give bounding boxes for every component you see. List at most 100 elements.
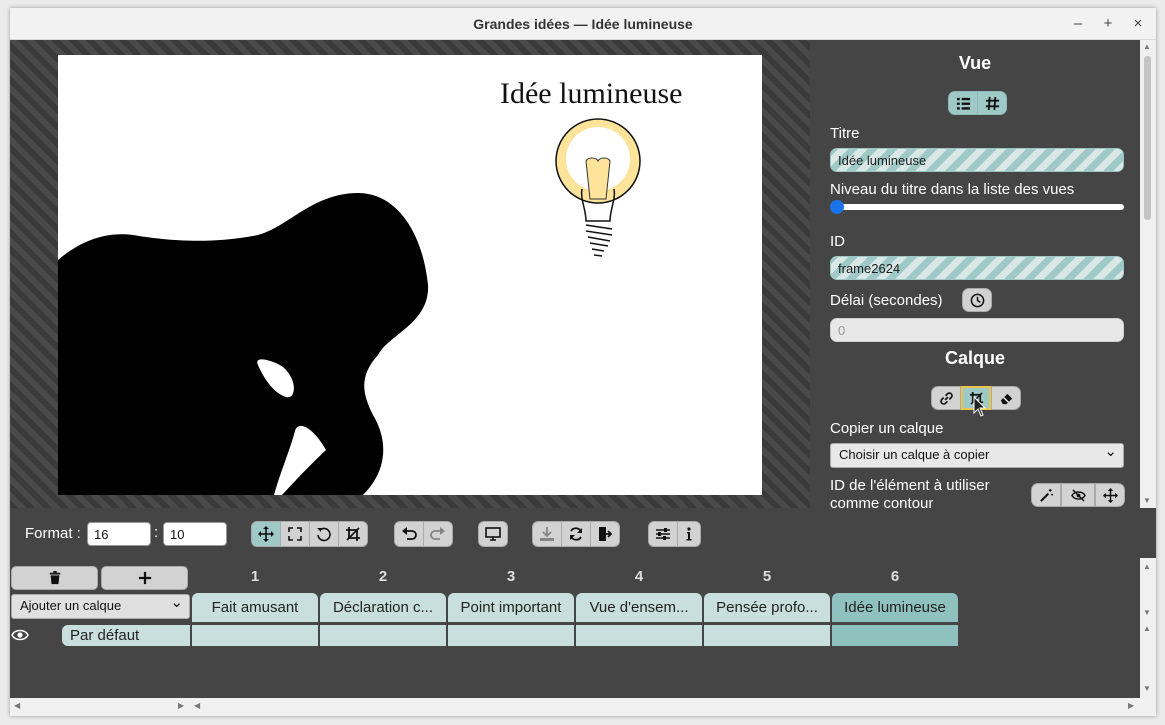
delete-frame-button[interactable] bbox=[11, 566, 98, 590]
panel-scroll-thumb[interactable] bbox=[1144, 56, 1151, 220]
magic-wand-icon bbox=[1039, 488, 1053, 502]
frame-tab[interactable]: Fait amusant bbox=[192, 593, 318, 622]
download-button[interactable] bbox=[532, 521, 562, 547]
presentation-button[interactable] bbox=[478, 521, 508, 547]
id-input[interactable]: frame2624 bbox=[830, 256, 1124, 280]
plus-icon bbox=[138, 571, 151, 585]
fit-view-button[interactable] bbox=[280, 521, 310, 547]
move-tool-button[interactable] bbox=[251, 521, 281, 547]
timeline-horizontal-scrollbar[interactable]: ◀ ▶ ◀ ▶ bbox=[10, 698, 1156, 716]
scroll-left-arrow[interactable]: ◀ bbox=[14, 701, 20, 710]
eye-off-icon bbox=[1070, 488, 1086, 502]
outline-label-line2: comme contour bbox=[830, 495, 934, 508]
info-icon bbox=[686, 527, 692, 541]
title-label: Titre bbox=[830, 125, 860, 142]
export-icon bbox=[599, 527, 613, 541]
redo-icon bbox=[430, 527, 445, 540]
layer-frame-cell[interactable] bbox=[320, 625, 446, 646]
link-layer-button[interactable] bbox=[931, 386, 961, 410]
scroll-left-arrow[interactable]: ◀ bbox=[194, 701, 200, 710]
title-bar: Grandes idées — Idée lumineuse – + × bbox=[10, 8, 1156, 40]
move-outline-button[interactable] bbox=[1095, 483, 1125, 507]
rotate-button[interactable] bbox=[309, 521, 339, 547]
scroll-up-arrow[interactable]: ▲ bbox=[1143, 562, 1151, 571]
scroll-down-arrow[interactable]: ▼ bbox=[1143, 608, 1151, 617]
slider-knob[interactable] bbox=[830, 200, 844, 214]
add-frame-button[interactable] bbox=[101, 566, 188, 590]
format-label: Format : bbox=[25, 525, 81, 542]
frame-number: 1 bbox=[250, 568, 260, 585]
add-layer-select[interactable]: Ajouter un calque bbox=[11, 593, 190, 619]
title-level-slider[interactable] bbox=[830, 200, 1124, 214]
view-heading: Vue bbox=[958, 53, 992, 73]
list-view-button[interactable] bbox=[948, 91, 978, 115]
undo-button[interactable] bbox=[394, 521, 424, 547]
title-input[interactable]: Idée lumineuse bbox=[830, 148, 1124, 172]
refresh-icon bbox=[570, 527, 582, 541]
refresh-button[interactable] bbox=[561, 521, 591, 547]
scroll-right-arrow[interactable]: ▶ bbox=[178, 701, 184, 710]
info-button[interactable] bbox=[677, 521, 701, 547]
grid-view-button[interactable] bbox=[977, 91, 1007, 115]
layer-frame-cell[interactable] bbox=[448, 625, 574, 646]
clock-icon bbox=[970, 293, 984, 307]
eye-icon[interactable] bbox=[11, 628, 29, 642]
close-button[interactable]: × bbox=[1128, 14, 1148, 34]
link-icon bbox=[939, 391, 953, 405]
copy-layer-label: Copier un calque bbox=[830, 420, 944, 437]
scroll-up-arrow[interactable]: ▲ bbox=[1143, 624, 1151, 633]
copy-layer-select[interactable]: Choisir un calque à copier bbox=[830, 442, 1124, 468]
layer-heading: Calque bbox=[944, 348, 1005, 368]
delay-timer-button[interactable] bbox=[962, 288, 992, 312]
frame-number: 2 bbox=[378, 568, 388, 585]
settings-button[interactable] bbox=[648, 521, 678, 547]
frame-tab-selected[interactable]: Idée lumineuse bbox=[832, 593, 958, 622]
monitor-icon bbox=[485, 527, 501, 541]
timeline-scrollbar[interactable]: ▲ ▼ ▲ ▼ bbox=[1140, 558, 1156, 698]
maximize-button[interactable]: + bbox=[1098, 14, 1118, 34]
frame-number: 3 bbox=[506, 568, 516, 585]
layer-frame-cell[interactable] bbox=[192, 625, 318, 646]
undo-icon bbox=[402, 527, 417, 540]
minimize-button[interactable]: – bbox=[1068, 14, 1088, 34]
frame-tab[interactable]: Point important bbox=[448, 593, 574, 622]
app-window: Grandes idées — Idée lumineuse – + × Idé… bbox=[10, 8, 1156, 716]
export-button[interactable] bbox=[590, 521, 620, 547]
erase-layer-button[interactable] bbox=[991, 386, 1021, 410]
expand-icon bbox=[288, 527, 302, 541]
scroll-up-arrow[interactable]: ▲ bbox=[1143, 42, 1151, 51]
frame-tab[interactable]: Vue d'ensem... bbox=[576, 593, 702, 622]
format-width-input[interactable]: 16 bbox=[87, 522, 151, 546]
timeline: Ajouter un calque 1 2 3 4 5 6 Fait amusa… bbox=[10, 558, 1140, 698]
format-separator: : bbox=[154, 524, 159, 541]
auto-outline-button[interactable] bbox=[1031, 483, 1061, 507]
hash-icon bbox=[985, 96, 999, 110]
scroll-down-arrow[interactable]: ▼ bbox=[1143, 684, 1151, 693]
sliders-icon bbox=[656, 528, 670, 540]
list-icon bbox=[956, 97, 970, 110]
panel-scrollbar[interactable]: ▲ ▼ bbox=[1140, 40, 1156, 508]
frame-tab[interactable]: Déclaration c... bbox=[320, 593, 446, 622]
frame-tab[interactable]: Pensée profo... bbox=[704, 593, 830, 622]
layer-frame-cell[interactable] bbox=[576, 625, 702, 646]
frame-number: 5 bbox=[762, 568, 772, 585]
scroll-right-arrow[interactable]: ▶ bbox=[1128, 701, 1134, 710]
crop-tool-button[interactable] bbox=[338, 521, 368, 547]
slide-canvas[interactable]: Idée lumineuse bbox=[58, 55, 762, 495]
rotate-icon bbox=[317, 527, 331, 542]
eraser-icon bbox=[1000, 393, 1012, 404]
frame-number: 6 bbox=[890, 568, 900, 585]
layer-frame-cell-selected[interactable] bbox=[832, 625, 958, 646]
preview-stage[interactable]: Idée lumineuse bbox=[10, 40, 810, 508]
scroll-down-arrow[interactable]: ▼ bbox=[1143, 496, 1151, 505]
cursor-icon bbox=[973, 396, 987, 417]
delay-input[interactable]: 0 bbox=[830, 318, 1124, 342]
layer-name[interactable]: Par défaut bbox=[62, 625, 190, 646]
layer-frame-cell[interactable] bbox=[704, 625, 830, 646]
move-icon bbox=[258, 526, 274, 542]
delay-label: Délai (secondes) bbox=[830, 292, 943, 309]
hide-outline-button[interactable] bbox=[1061, 483, 1095, 507]
format-height-input[interactable]: 10 bbox=[163, 522, 227, 546]
window-title: Grandes idées — Idée lumineuse bbox=[473, 16, 693, 32]
redo-button[interactable] bbox=[423, 521, 453, 547]
